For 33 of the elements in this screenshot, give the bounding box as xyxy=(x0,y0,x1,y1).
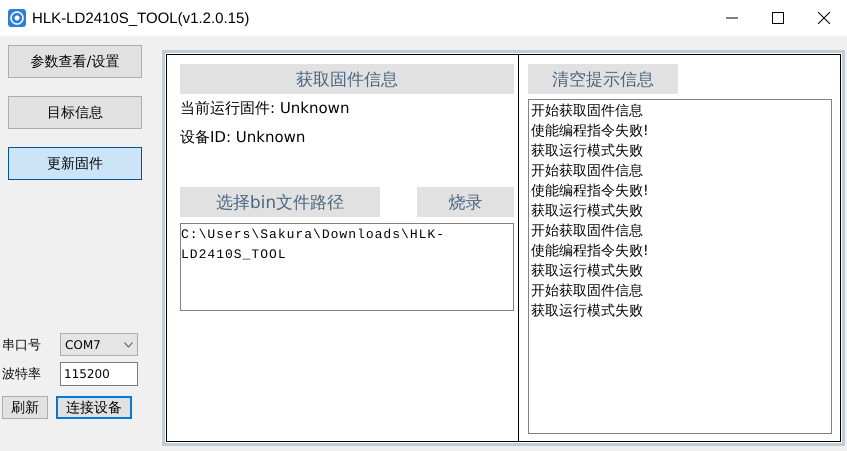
current-firmware-text: 当前运行固件: Unknown xyxy=(180,99,350,118)
port-label: 串口号 xyxy=(2,336,42,354)
nav-button[interactable]: 参数查看/设置 xyxy=(8,45,142,78)
port-dropdown[interactable]: COM7 xyxy=(60,333,138,356)
log-line: 使能编程指令失败! xyxy=(531,122,650,141)
port-value: COM7 xyxy=(65,338,101,352)
log-line: 开始获取固件信息 xyxy=(531,162,644,181)
window-title: HLK-LD2410S_TOOL(v1.2.0.15) xyxy=(32,10,250,26)
nav-button[interactable]: 更新固件 xyxy=(8,147,142,180)
get-firmware-button[interactable]: 获取固件信息 xyxy=(180,64,514,94)
log-line: 获取运行模式失败 xyxy=(531,202,644,221)
maximize-icon xyxy=(772,12,784,24)
app-icon xyxy=(8,9,26,27)
log-line: 开始获取固件信息 xyxy=(531,102,644,121)
log-line: 获取运行模式失败 xyxy=(531,302,644,321)
device-id-text: 设备ID: Unknown xyxy=(180,128,306,147)
flash-button[interactable]: 烧录 xyxy=(417,187,514,217)
select-file-button[interactable]: 选择bin文件路径 xyxy=(180,187,380,217)
refresh-button[interactable]: 刷新 xyxy=(2,396,48,419)
log-line: 获取运行模式失败 xyxy=(531,262,644,281)
baud-label: 波特率 xyxy=(2,366,42,383)
log-line: 使能编程指令失败! xyxy=(531,242,650,261)
log-line: 获取运行模式失败 xyxy=(531,142,644,161)
log-line: 开始获取固件信息 xyxy=(531,282,644,301)
chevron-down-icon xyxy=(124,342,133,348)
log-line: 使能编程指令失败! xyxy=(531,182,650,201)
connect-button[interactable]: 连接设备 xyxy=(56,396,132,419)
log-line: 开始获取固件信息 xyxy=(531,222,644,241)
close-icon xyxy=(818,12,830,24)
nav-button[interactable]: 目标信息 xyxy=(8,96,142,129)
file-path-field[interactable]: C:\Users\Sakura\Downloads\HLK-LD2410S_TOOL xyxy=(180,223,514,311)
baud-input[interactable]: 115200 xyxy=(60,362,138,386)
clear-log-button[interactable]: 清空提示信息 xyxy=(528,64,678,94)
